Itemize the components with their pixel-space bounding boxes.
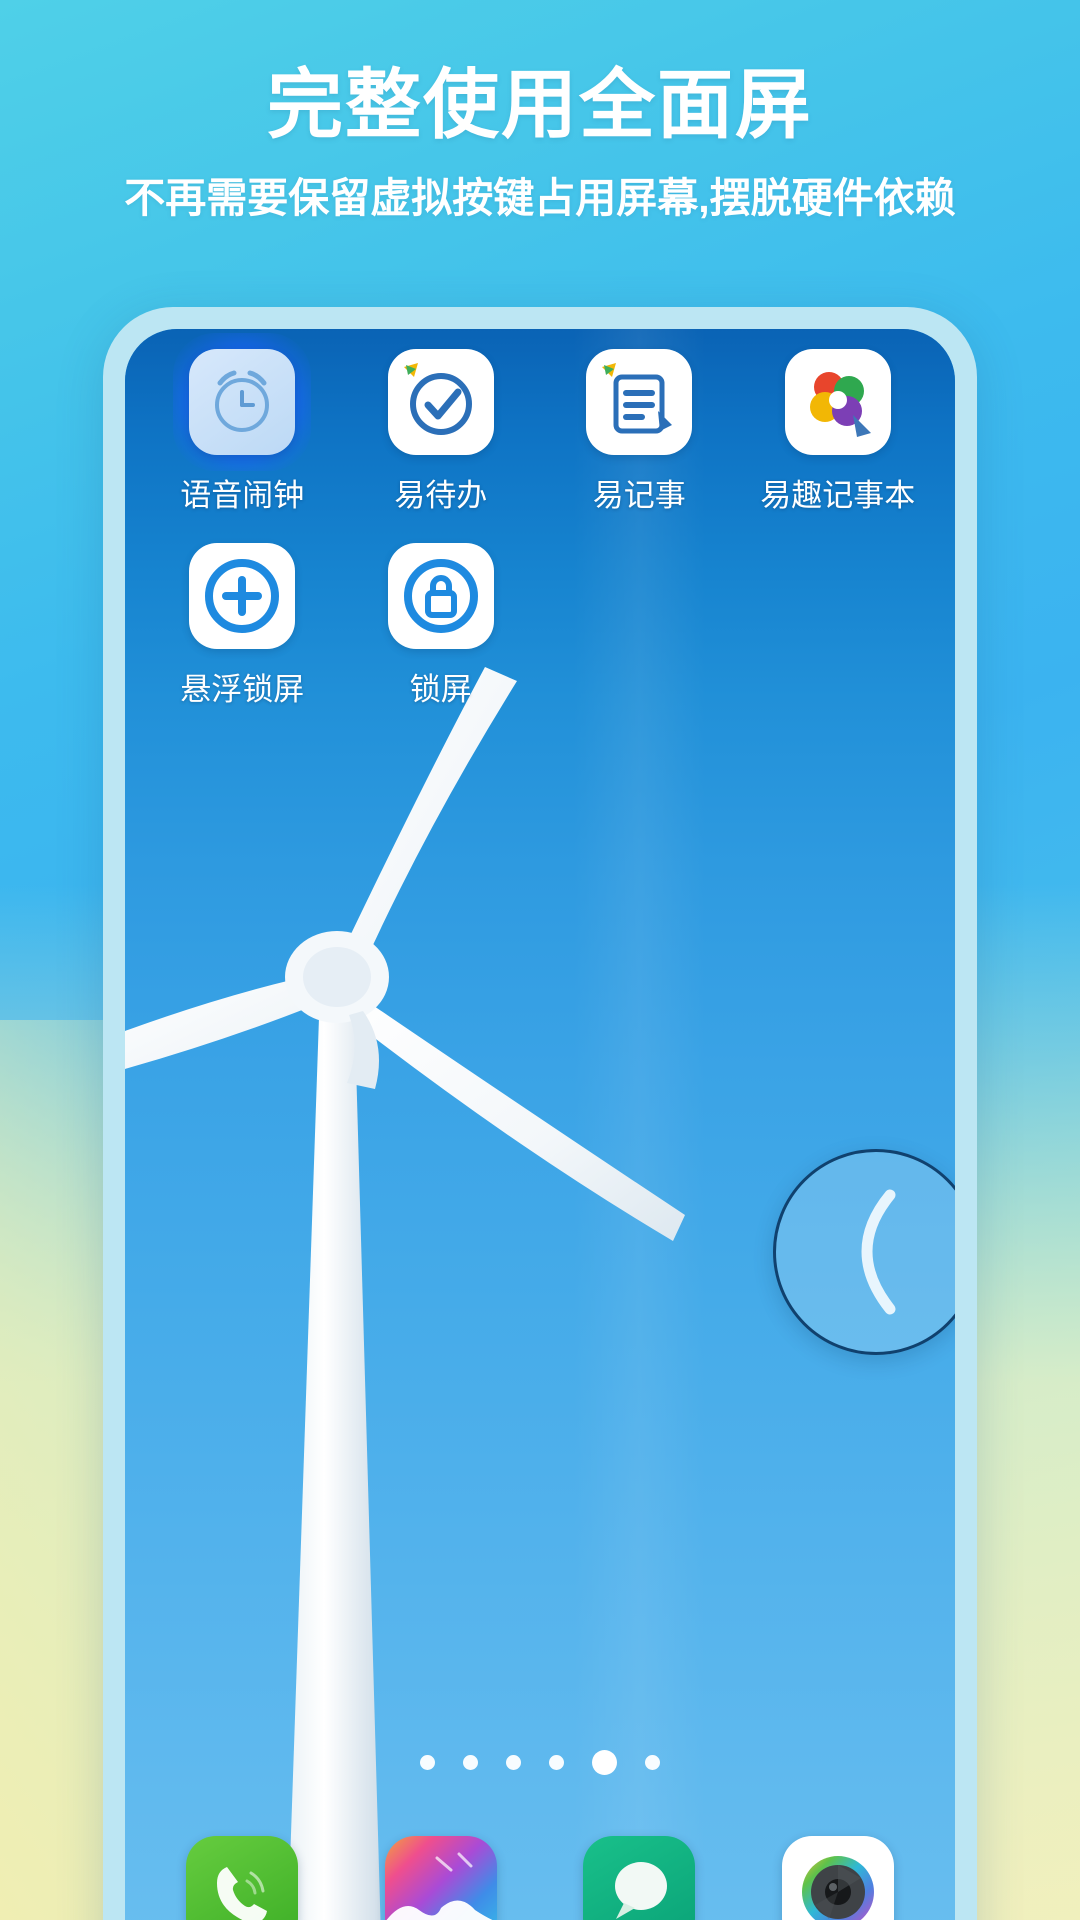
phone-mockup: 语音闹钟 易待办 易记事 易趣记事本 悬浮锁屏 锁屏	[103, 307, 977, 1920]
dock: 电话 相册	[125, 1836, 955, 1920]
note-edit-glyph	[602, 363, 673, 434]
speech-bubble-glyph	[615, 1862, 668, 1919]
page-subtitle: 不再需要保留虚拟按键占用屏幕,摆脱硬件依赖	[124, 175, 956, 222]
page-dot-active[interactable]	[592, 1750, 617, 1775]
app-label: 语音闹钟	[180, 478, 305, 513]
dock-item-gallery[interactable]: 相册	[342, 1836, 541, 1920]
app-label: 易待办	[394, 478, 488, 513]
phone-handset-glyph	[217, 1867, 268, 1920]
app-item-float-lock[interactable]: 悬浮锁屏	[143, 543, 342, 709]
gallery-landscape-glyph	[386, 1852, 493, 1920]
app-label: 锁屏	[409, 672, 472, 707]
page-indicator[interactable]	[125, 1750, 955, 1775]
page-dot[interactable]	[420, 1755, 435, 1770]
phone-screen: 语音闹钟 易待办 易记事 易趣记事本 悬浮锁屏 锁屏	[125, 329, 955, 1920]
app-item-fun-notes[interactable]: 易趣记事本	[739, 349, 938, 515]
clover-note-glyph	[809, 372, 871, 437]
page-dot[interactable]	[463, 1755, 478, 1770]
lock-circle-icon[interactable]	[387, 543, 494, 649]
page-dot[interactable]	[506, 1755, 521, 1770]
alarm-clock-glyph	[215, 370, 270, 432]
app-item-lock[interactable]: 锁屏	[342, 543, 541, 709]
check-circle-icon[interactable]	[387, 349, 494, 455]
lock-circle-glyph	[403, 559, 478, 633]
promo-page: 完整使用全面屏 不再需要保留虚拟按键占用屏幕,摆脱硬件依赖 语音闹钟 易待办 易…	[0, 0, 1080, 1920]
messages-icon[interactable]	[583, 1836, 696, 1920]
app-item-alarm[interactable]: 语音闹钟	[143, 333, 342, 515]
dock-item-camera[interactable]: 相机	[739, 1836, 938, 1920]
dock-item-phone[interactable]: 电话	[143, 1836, 342, 1920]
back-gesture-arc-icon	[861, 1189, 896, 1315]
plus-circle-glyph	[205, 559, 280, 633]
check-circle-glyph	[403, 363, 472, 435]
app-grid: 语音闹钟 易待办 易记事 易趣记事本 悬浮锁屏 锁屏	[125, 333, 955, 737]
app-item-todo[interactable]: 易待办	[342, 349, 541, 515]
phone-icon[interactable]	[186, 1836, 299, 1920]
camera-lens-glyph	[801, 1856, 874, 1920]
app-label: 易记事	[592, 478, 686, 513]
app-icon-glow	[173, 333, 312, 471]
page-title: 完整使用全面屏	[267, 63, 813, 148]
app-label: 悬浮锁屏	[180, 672, 305, 707]
page-dot[interactable]	[645, 1755, 660, 1770]
app-item-notes[interactable]: 易记事	[540, 349, 739, 515]
note-edit-icon[interactable]	[586, 349, 693, 455]
app-label: 易趣记事本	[760, 478, 916, 513]
plus-circle-icon[interactable]	[189, 543, 296, 649]
promo-header: 完整使用全面屏 不再需要保留虚拟按键占用屏幕,摆脱硬件依赖	[0, 0, 1080, 225]
camera-icon[interactable]	[781, 1836, 894, 1920]
alarm-clock-icon[interactable]	[189, 349, 296, 455]
page-dot[interactable]	[549, 1755, 564, 1770]
clover-note-icon[interactable]	[784, 349, 891, 455]
gallery-icon[interactable]	[384, 1836, 497, 1920]
dock-item-messages[interactable]: 信息	[540, 1836, 739, 1920]
